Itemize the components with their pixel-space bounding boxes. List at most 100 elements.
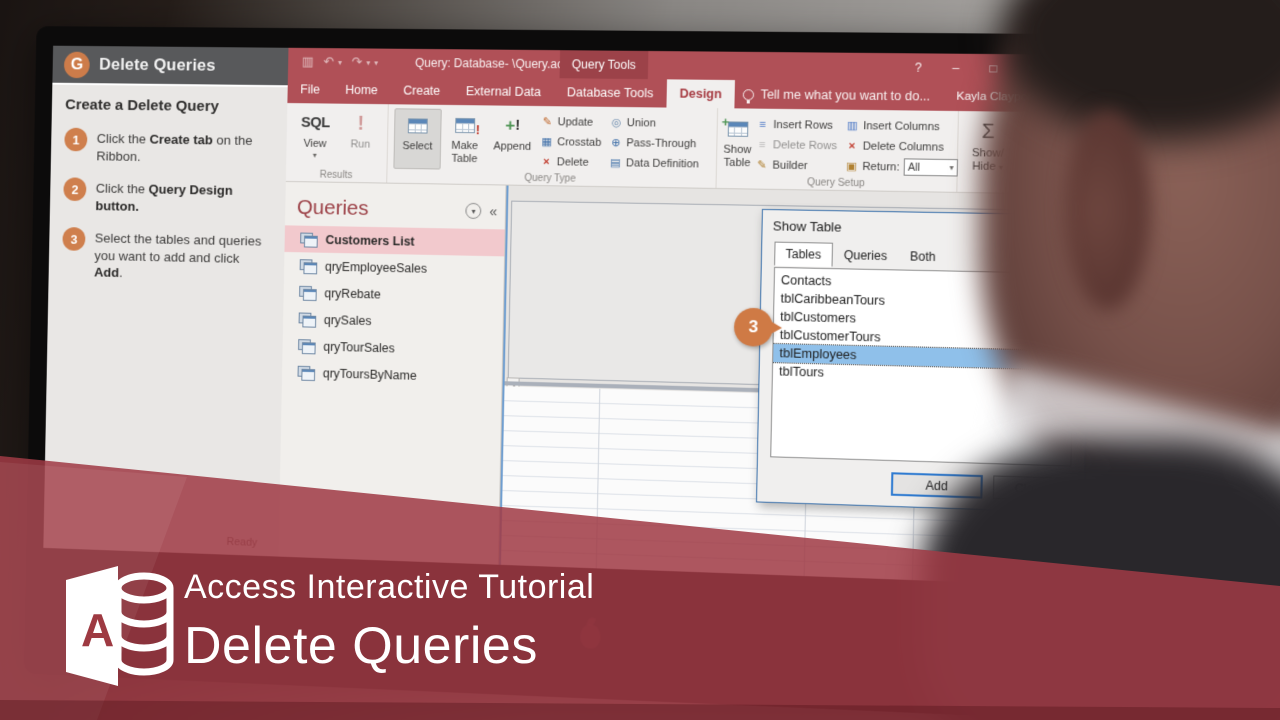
chevron-down-icon: ▾ (949, 163, 954, 173)
dialog-close-icon[interactable]: × (1051, 223, 1079, 239)
builder-button[interactable]: ✎ Builder (755, 156, 837, 174)
undo-icon[interactable]: ↶ (323, 54, 334, 70)
tab-database-tools[interactable]: Database Tools (554, 78, 667, 107)
step-text: Click the Query Design button. (95, 178, 272, 217)
query-icon (297, 366, 313, 379)
tab-design[interactable]: Design (666, 79, 736, 109)
builder-icon: ✎ (756, 159, 767, 172)
step-text-bold: Create tab (149, 131, 214, 148)
query-icon (300, 259, 316, 272)
show-hide-button[interactable]: Σ Show/ Hide ▾ (964, 115, 1012, 178)
customize-qat-icon[interactable]: ▾ (374, 58, 378, 67)
make-table-query-button[interactable]: ! Make Table (441, 109, 490, 170)
insert-columns-button[interactable]: ▥ Insert Columns (845, 117, 958, 136)
ribbon-group-show-hide: Σ Show/ Hide ▾ (957, 111, 1018, 193)
tab-tables[interactable]: Tables (774, 241, 833, 268)
pass-through-query-button[interactable]: ⊕ Pass-Through (609, 134, 699, 152)
step-text: Click the Create tab on the Ribbon. (96, 128, 273, 167)
show-table-icon: + (722, 114, 749, 137)
query-icon (299, 312, 315, 325)
return-label: Return: (862, 160, 900, 174)
step-text-post: . (118, 265, 123, 281)
data-definition-button[interactable]: ▤ Data Definition (609, 154, 699, 172)
delete-rows-icon: ≡ (758, 138, 766, 151)
tell-me-text: Tell me what you want to do... (760, 87, 931, 104)
redo-dropdown-icon[interactable]: ▾ (366, 58, 370, 67)
close-button[interactable]: × (1012, 54, 1050, 83)
update-icon: ✎ (542, 116, 552, 129)
collapse-ribbon-icon[interactable]: ^ (1036, 180, 1041, 191)
step-text-pre: Click the (96, 131, 150, 147)
run-button[interactable]: ! Run (337, 108, 384, 169)
delete-rows-button: ≡ Delete Rows (755, 136, 837, 154)
delete-query-button[interactable]: × Delete (540, 153, 601, 171)
delete-columns-button[interactable]: × Delete Columns (845, 137, 958, 156)
shutter-bar-close-icon[interactable]: « (489, 203, 497, 219)
access-logo-icon: A (66, 566, 174, 686)
delete-columns-icon: × (848, 139, 856, 153)
dialog-title-bar: Show Table ? × (762, 210, 1089, 247)
nav-menu-icon[interactable]: ▾ (465, 202, 482, 220)
crosstab-query-button[interactable]: ▦ Crosstab (540, 133, 601, 151)
show-table-dialog: Show Table ? × Tables Queries Both Conta… (755, 208, 1091, 514)
minimize-button[interactable]: – (937, 54, 975, 83)
query-setup-small-column-1: ≡ Insert Rows ≡ Delete Rows ✎ Builder (751, 113, 842, 176)
union-query-button[interactable]: ◎ Union (610, 114, 700, 132)
dialog-title: Show Table (772, 217, 842, 235)
append-query-button[interactable]: +! Append (488, 109, 537, 171)
dialog-buttons: Add Close (890, 472, 1070, 502)
tell-me-box[interactable]: Tell me what you want to do... (743, 87, 931, 104)
photo-background: G Delete Queries Create a Delete Query 1… (0, 0, 1280, 720)
step-text-pre: Select the tables and queries you want t… (94, 230, 262, 266)
step-number-badge: 1 (64, 127, 88, 152)
ribbon-group-query-type: Select ! Make Table +! Append ✎ Update ▦… (387, 104, 719, 188)
query-type-small-column-2: ◎ Union ⊕ Pass-Through ▤ Data Definition (605, 111, 704, 174)
tab-both[interactable]: Both (898, 244, 947, 269)
insert-rows-button[interactable]: ≡ Insert Rows (756, 116, 838, 134)
tutorial-step-2: 2 Click the Query Design button. (63, 177, 272, 217)
tab-external-data[interactable]: External Data (453, 77, 555, 106)
redo-icon[interactable]: ↷ (352, 54, 363, 70)
delete-icon: × (543, 155, 550, 168)
dialog-help-icon[interactable]: ? (1023, 222, 1051, 238)
undo-dropdown-icon[interactable]: ▾ (338, 58, 342, 67)
add-button[interactable]: Add (890, 472, 983, 499)
tab-queries[interactable]: Queries (832, 243, 899, 269)
view-button[interactable]: SQL View ▾ (292, 107, 338, 168)
tutorial-panel-title: Delete Queries (98, 54, 216, 75)
tutorial-panel-body: Create a Delete Query 1 Click the Create… (48, 85, 288, 311)
return-combobox[interactable]: All ▾ (903, 158, 958, 177)
customguide-logo-icon: G (63, 51, 90, 78)
table-listbox: Contacts tblCaribbeanTours tblCustomers … (770, 266, 1076, 467)
close-dialog-button[interactable]: Close (992, 475, 1070, 502)
step-text-bold: Add (94, 264, 120, 281)
maximize-button[interactable]: □ (974, 54, 1012, 83)
tutorial-step-3: 3 Select the tables and queries you want… (62, 227, 272, 285)
query-icon (300, 233, 316, 246)
pass-through-icon: ⊕ (611, 137, 621, 150)
window-controls: ? – □ × (899, 53, 1050, 83)
signed-in-user[interactable]: Kayla Claypool (956, 91, 1037, 104)
append-plus-icon: + (505, 115, 516, 135)
run-icon: ! (357, 112, 365, 135)
close-document-icon[interactable]: × (1031, 195, 1039, 211)
show-table-button[interactable]: + Show Table (722, 112, 752, 174)
tab-file[interactable]: File (287, 75, 332, 103)
insert-columns-icon: ▥ (846, 119, 858, 133)
tab-home[interactable]: Home (332, 76, 391, 104)
quick-access-toolbar: ▥ ↶ ▾ ↷ ▾ ▾ (288, 54, 378, 71)
query-type-small-column-1: ✎ Update ▦ Crosstab × Delete (536, 110, 606, 172)
navigation-pane-title[interactable]: Queries (297, 196, 466, 223)
save-icon[interactable]: ▥ (302, 54, 314, 70)
tutorial-panel-header: G Delete Queries (52, 45, 289, 88)
banner-series-title: Access Interactive Tutorial (184, 568, 595, 606)
make-table-icon: ! (455, 117, 480, 137)
update-query-button[interactable]: ✎ Update (541, 113, 602, 131)
tab-create[interactable]: Create (390, 76, 453, 105)
select-query-button[interactable]: Select (393, 108, 442, 170)
help-button[interactable]: ? (899, 53, 937, 82)
nav-item-qrytoursbyname[interactable]: qryToursByName (282, 358, 502, 391)
sigma-icon: Σ (981, 120, 996, 143)
data-definition-icon: ▤ (610, 157, 621, 170)
tutorial-step-1: 1 Click the Create tab on the Ribbon. (64, 127, 273, 167)
